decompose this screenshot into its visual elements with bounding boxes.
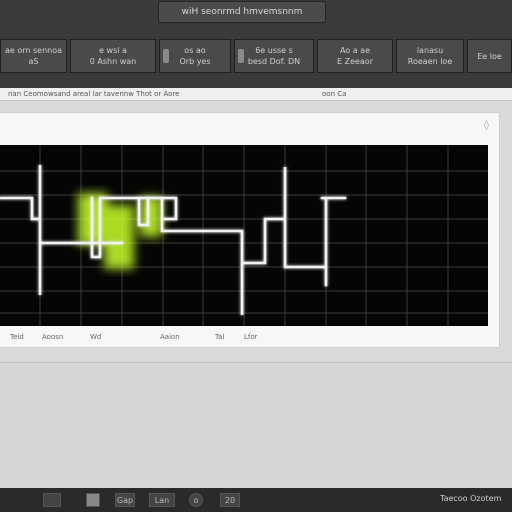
tab-5-line1: Ao a ae [339, 46, 371, 55]
tab-5-line2: E Zeeaor [336, 57, 373, 66]
tab-2[interactable]: e wsi a 0 Ashn wan [70, 39, 156, 73]
taskbar-window-icon[interactable] [43, 493, 61, 507]
trace-highlight [78, 193, 162, 269]
tab-6-line2: Roeaen loe [407, 57, 453, 66]
tab-1-line1: ae orn sennoa [4, 46, 63, 55]
scope-label-6: Lfor [244, 333, 258, 341]
tab-7-line2: Ee loe [477, 51, 502, 61]
tab-3-handle-icon [163, 49, 169, 63]
taskbar-clock: Taecoo Ozotem [440, 494, 502, 503]
tab-3[interactable]: os ao Orb yes [159, 39, 231, 73]
taskbar-app-3[interactable]: 20 [220, 493, 240, 507]
tab-6[interactable]: lanasu Roeaen loe [396, 39, 464, 73]
taskbar-square-icon[interactable] [86, 493, 100, 507]
tab-3-line1: os ao [184, 46, 206, 55]
address-extra: oon Ca [322, 90, 347, 98]
scope-label-5: Tal [215, 333, 225, 341]
top-toolbar: wiH seonrmd hmvemsnnm ae orn sennoa aS e… [0, 0, 512, 88]
tab-3-line2: Orb yes [179, 57, 211, 66]
scope-label-1: Teid [10, 333, 24, 341]
scope-label-4: Aaion [160, 333, 180, 341]
tab-4-line1: 6e usse s [255, 46, 293, 55]
tab-1[interactable]: ae orn sennoa aS [0, 39, 67, 73]
taskbar-app-2[interactable]: Lan [149, 493, 175, 507]
tab-5[interactable]: Ao a ae E Zeeaor [317, 39, 393, 73]
scope-label-3: Wd [90, 333, 102, 341]
scope-grid [0, 145, 488, 326]
window-title: wiH seonrmd hmvemsnnm [158, 1, 326, 23]
tab-7[interactable]: Ee loe [467, 39, 512, 73]
tab-4-handle-icon [238, 49, 244, 63]
tab-6-line1: lanasu [416, 46, 444, 55]
taskbar-app-1[interactable]: Gap [115, 493, 135, 507]
oscilloscope-display [0, 145, 488, 326]
taskbar [0, 488, 512, 512]
lower-panel [0, 362, 512, 489]
drop-icon[interactable]: ◊ [484, 120, 489, 131]
signal-trace [0, 165, 347, 315]
tab-4[interactable]: 6e usse s besd Dof. DN [234, 39, 314, 73]
tab-2-line1: e wsi a [99, 46, 127, 55]
address-text: nan Ceomowsand areal lar tavennw Thot or… [8, 90, 180, 98]
address-bar[interactable]: nan Ceomowsand areal lar tavennw Thot or… [0, 88, 512, 101]
tab-2-line2: 0 Ashn wan [89, 57, 137, 66]
scope-label-2: Aoosn [42, 333, 64, 341]
tab-1-line2: aS [28, 57, 39, 66]
tab-4-line2: besd Dof. DN [247, 57, 301, 66]
taskbar-circle-icon[interactable]: o [189, 493, 203, 507]
